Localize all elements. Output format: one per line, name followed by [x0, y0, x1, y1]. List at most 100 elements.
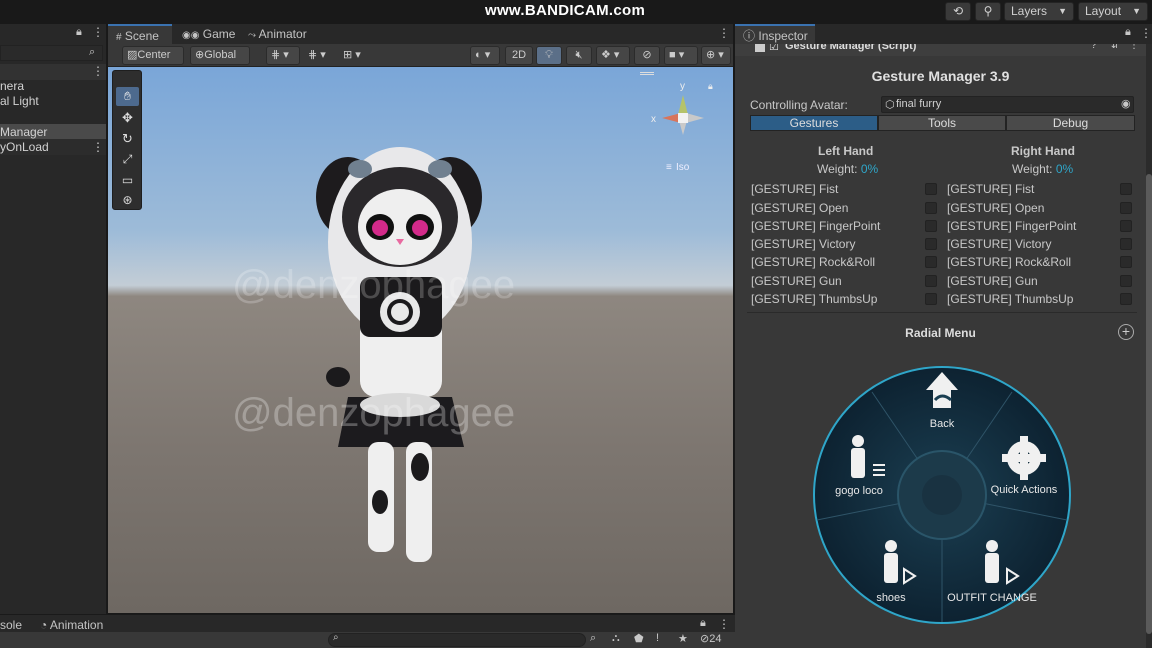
more-icon[interactable]: ⋮ [92, 139, 104, 155]
help-icon[interactable]: ? [1091, 44, 1097, 51]
left-gesture-open-checkbox[interactable] [925, 202, 937, 214]
lock-icon[interactable]: 🔒︎ [708, 81, 713, 92]
right-gesture-fingerpoint-checkbox[interactable] [1120, 220, 1132, 232]
right-gesture-thumbsup-checkbox[interactable] [1120, 293, 1132, 305]
console-toolbar: ⌕ ⌕ ⛬ ⬟ ! ★ ⊘24 [0, 632, 735, 648]
more-icon[interactable]: ⋮ [718, 26, 730, 40]
tab-animation-label: Animation [49, 618, 104, 632]
console-search-input[interactable]: ⌕ [328, 632, 586, 647]
star-icon[interactable]: ★ [678, 632, 688, 645]
bandicam-watermark: www.BANDICAM.com [485, 2, 646, 19]
snap-align-button[interactable]: ⊞ ▾ [338, 46, 368, 65]
camera-dropdown[interactable]: ■ ▾ [664, 46, 698, 65]
mode-2d-toggle[interactable]: 2D [505, 46, 533, 65]
lock-icon[interactable]: 🔒︎ [76, 26, 82, 39]
component-header[interactable]: ☑ Gesture Manager (Script) ? ⇵ ⋮ [735, 44, 1146, 56]
gesture-manager-title: Gesture Manager 3.9 [871, 68, 1010, 84]
tab-inspector-label: Inspector [758, 29, 808, 43]
avatar-field[interactable]: ⬡ final furry ◉ [881, 96, 1134, 113]
space-dropdown[interactable]: ⊕Global ▼ [190, 46, 250, 77]
tab-game[interactable]: ◉◉ Game [174, 24, 238, 44]
history-icon[interactable]: ⟲ [945, 2, 971, 21]
right-gesture-open-checkbox[interactable] [1120, 202, 1132, 214]
grid-snap-button[interactable]: ⋕ ▾ [266, 46, 300, 65]
scale-tool-icon[interactable]: ⤢ [116, 150, 139, 169]
left-gesture-gun-checkbox[interactable] [925, 275, 937, 287]
rect-tool-icon[interactable]: ▭ [116, 171, 139, 190]
right-gesture-victory-checkbox[interactable] [1120, 238, 1132, 250]
tab-inspector[interactable]: ⓘ Inspector [735, 24, 815, 44]
preset-icon[interactable]: ⇵ [1111, 44, 1119, 51]
inspector-scrollbar[interactable] [1146, 44, 1152, 648]
gizmo-handle-icon[interactable] [640, 72, 654, 75]
iso-menu-icon: ≡ [666, 162, 672, 173]
left-gesture-fingerpoint-checkbox[interactable] [925, 220, 937, 232]
left-gesture-rockroll-checkbox[interactable] [925, 256, 937, 268]
lighting-toggle[interactable]: 💡︎ [536, 46, 562, 65]
visibility-toggle[interactable]: ⊘ [634, 46, 660, 65]
radial-menu[interactable]: Back Quick Actions gogo loco shoes OUTFI… [811, 350, 1073, 640]
orientation-gizmo[interactable]: y x Iso ≡ [646, 75, 716, 185]
tag-icon[interactable]: ⬟ [634, 632, 644, 645]
move-tool-icon[interactable]: ✥ [116, 108, 139, 127]
right-weight-value: 0% [1055, 162, 1074, 176]
left-gesture-fist-checkbox[interactable] [925, 183, 937, 195]
radial-outfit-change-label: OUTFIT CHANGE [947, 592, 1037, 604]
gizmos-dropdown[interactable]: ⊕ ▾ [701, 46, 731, 65]
filter-icon[interactable]: ⌕ [590, 632, 596, 645]
right-gesture-fist-checkbox[interactable] [1120, 183, 1132, 195]
warning-icon[interactable]: ! [656, 632, 659, 644]
lock-icon[interactable]: 🔒︎ [1125, 26, 1131, 39]
pivot-dropdown[interactable]: ▨Center ▼ [122, 46, 184, 77]
avatar-model[interactable] [308, 147, 498, 587]
right-gesture-rockroll-checkbox[interactable] [1120, 256, 1132, 268]
more-icon[interactable]: ⋮ [1129, 44, 1139, 51]
layout-dropdown[interactable]: Layout ▼ [1078, 2, 1148, 21]
audio-toggle[interactable]: 🔇︎ [566, 46, 592, 65]
layers-dropdown[interactable]: Layers ▼ [1004, 2, 1074, 21]
left-gesture-thumbsup: [GESTURE] ThumbsUp [751, 292, 878, 306]
hierarchy-item[interactable]: yOnLoad ⋮ [0, 139, 106, 155]
watermark-text: @denzophagee [232, 391, 516, 435]
more-icon[interactable]: ⋮ [92, 64, 104, 78]
tab-tools[interactable]: Tools [878, 115, 1006, 131]
tab-animation[interactable]: ◔ Animation [40, 617, 103, 633]
tab-animator[interactable]: ⤳ Animator [240, 24, 320, 44]
hierarchy-panel: 🔒︎ ⋮ ⌕ ⋮ nera al Light Manager yOnLoad ⋮ [0, 24, 107, 614]
snap-increment-button[interactable]: ⋕ ▾ [303, 46, 335, 65]
left-gesture-thumbsup-checkbox[interactable] [925, 293, 937, 305]
more-icon[interactable]: ⋮ [1140, 26, 1152, 40]
effects-dropdown[interactable]: ❖ ▾ [596, 46, 630, 65]
hierarchy-search-input[interactable]: ⌕ [0, 45, 103, 61]
tool-palette: ✋︎ ✥ ↻ ⤢ ▭ ⊛ [112, 70, 142, 210]
left-gesture-victory-checkbox[interactable] [925, 238, 937, 250]
scene-viewport[interactable]: ✋︎ ✥ ↻ ⤢ ▭ ⊛ y x Iso ≡ 🔒︎ @denzophagee @… [108, 67, 733, 613]
right-gesture-gun-checkbox[interactable] [1120, 275, 1132, 287]
tab-console[interactable]: sole [0, 617, 22, 633]
search-icon[interactable]: ⚲ [975, 2, 1001, 21]
tab-gestures[interactable]: Gestures [750, 115, 878, 131]
hierarchy-item[interactable]: al Light [0, 93, 106, 109]
transform-tool-icon[interactable]: ⊛ [116, 191, 139, 210]
left-gesture-gun: [GESTURE] Gun [751, 274, 842, 288]
shading-dropdown[interactable]: ◐ ▾ [470, 46, 500, 65]
tab-debug[interactable]: Debug [1006, 115, 1135, 131]
object-picker-icon[interactable]: ◉ [1121, 97, 1131, 110]
right-weight: Weight: 0% [1012, 162, 1073, 176]
hierarchy-item[interactable]: nera [0, 78, 106, 94]
visibility-count[interactable]: ⊘24 [700, 632, 721, 645]
align-icon: ⊞ ▾ [343, 49, 361, 61]
hierarchy-filter-icon[interactable]: ⛬ [612, 632, 620, 645]
hand-tool-icon[interactable]: ✋︎ [116, 87, 139, 106]
hierarchy-item-selected[interactable]: Manager [0, 124, 106, 140]
tab-scene[interactable]: # Scene [108, 24, 172, 44]
right-gesture-victory: [GESTURE] Victory [947, 237, 1052, 251]
more-icon[interactable]: ⋮ [92, 25, 104, 39]
gizmo-iso-label[interactable]: Iso [676, 162, 690, 173]
scrollbar-thumb[interactable] [1146, 174, 1152, 634]
enabled-checkbox[interactable]: ☑ [769, 44, 779, 53]
rotate-tool-icon[interactable]: ↻ [116, 129, 139, 148]
plus-icon[interactable]: + [1118, 324, 1134, 340]
more-icon[interactable]: ⋮ [718, 617, 730, 631]
lock-icon[interactable]: 🔒︎ [700, 617, 706, 630]
